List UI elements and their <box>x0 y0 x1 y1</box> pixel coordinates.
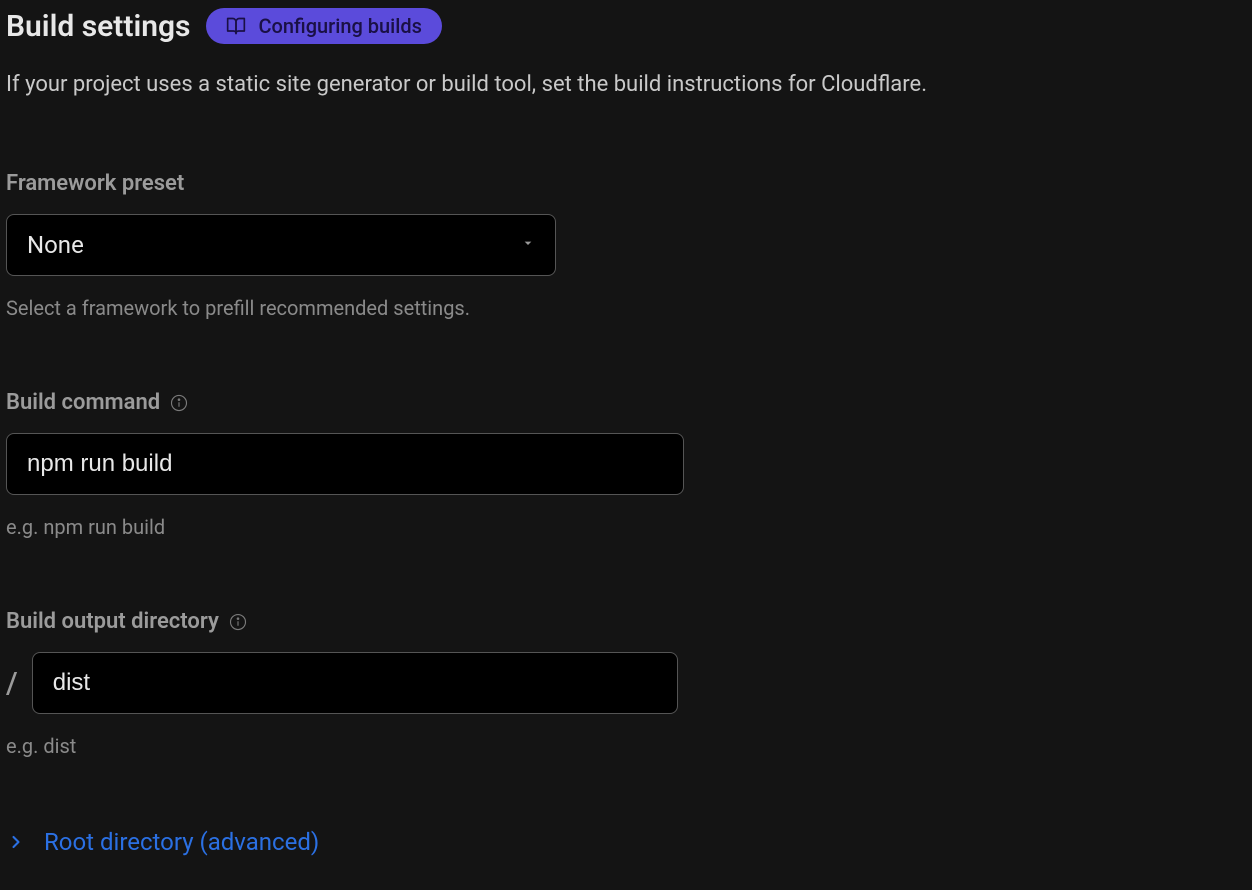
framework-preset-select[interactable]: None <box>6 214 556 276</box>
book-open-icon <box>226 16 246 36</box>
configuring-builds-badge[interactable]: Configuring builds <box>206 8 441 44</box>
page-title: Build settings <box>6 9 190 44</box>
build-output-label: Build output directory <box>6 609 219 634</box>
framework-preset-label: Framework preset <box>6 171 184 196</box>
path-prefix: / <box>6 666 18 701</box>
root-directory-label: Root directory (advanced) <box>44 828 319 856</box>
build-command-helper: e.g. npm run build <box>6 515 1246 539</box>
framework-preset-helper: Select a framework to prefill recommende… <box>6 296 1246 320</box>
badge-label: Configuring builds <box>258 14 421 38</box>
build-command-input[interactable] <box>6 433 684 495</box>
chevron-right-icon <box>6 832 26 852</box>
root-directory-toggle[interactable]: Root directory (advanced) <box>6 828 1246 856</box>
info-icon[interactable] <box>229 613 247 631</box>
build-command-label: Build command <box>6 390 160 415</box>
info-icon[interactable] <box>170 394 188 412</box>
build-output-helper: e.g. dist <box>6 734 1246 758</box>
build-output-input[interactable] <box>32 652 678 714</box>
page-description: If your project uses a static site gener… <box>6 68 1246 101</box>
